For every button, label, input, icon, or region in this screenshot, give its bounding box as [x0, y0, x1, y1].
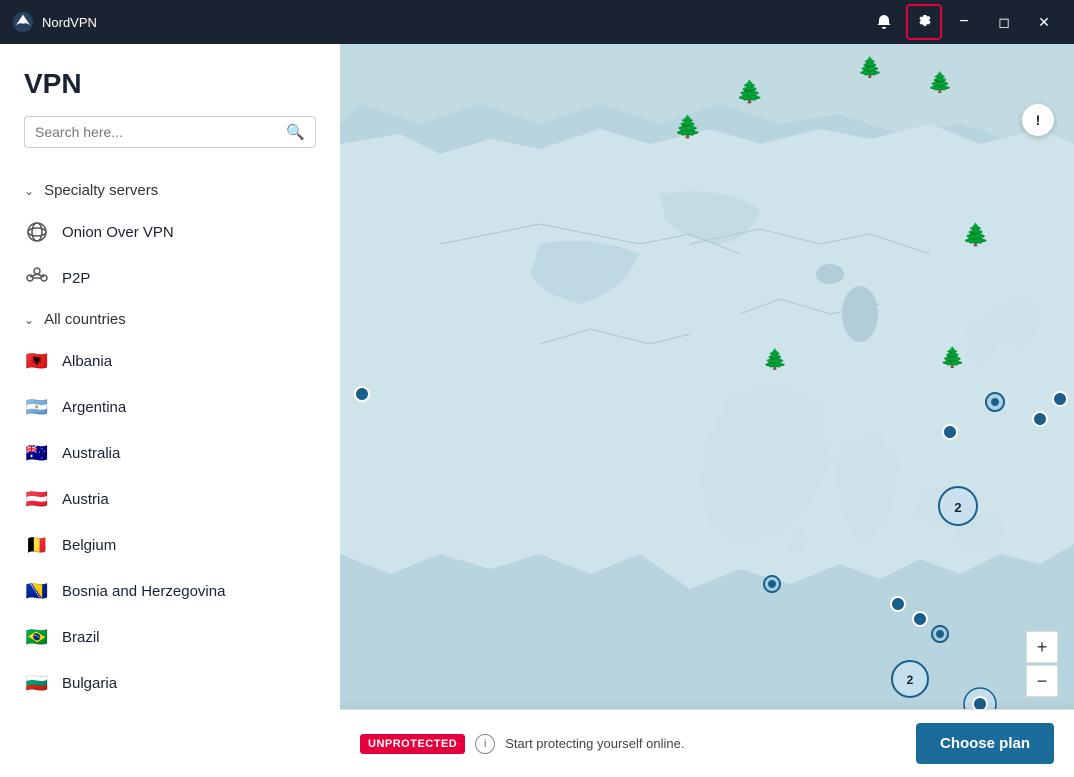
titlebar-controls: − ◻ ✕ [866, 4, 1062, 40]
bulgaria-label: Bulgaria [62, 675, 117, 692]
maximize-button[interactable]: ◻ [986, 4, 1022, 40]
svg-text:2: 2 [954, 500, 961, 515]
specialty-servers-label: Specialty servers [44, 182, 158, 199]
flag-australia: 🇦🇺 [24, 440, 50, 466]
brazil-label: Brazil [62, 629, 100, 646]
world-map: 🌲 🌲 🌲 🌲 🌲 🌲 🌲 2 [340, 44, 1074, 777]
tree-1: 🌲 [736, 79, 763, 104]
chevron-down-icon: ⌄ [24, 184, 34, 198]
belgium-label: Belgium [62, 537, 116, 554]
austria-label: Austria [62, 491, 109, 508]
status-message: Start protecting yourself online. [505, 736, 684, 751]
marker-3 [1053, 392, 1067, 406]
notifications-button[interactable] [866, 4, 902, 40]
p2p-item[interactable]: P2P [0, 255, 340, 301]
choose-plan-button[interactable]: Choose plan [916, 723, 1054, 764]
minimize-button[interactable]: − [946, 4, 982, 40]
flag-bulgaria: 🇧🇬 [24, 670, 50, 696]
onion-vpn-label: Onion Over VPN [62, 224, 174, 241]
marker-1 [943, 425, 957, 439]
flag-argentina: 🇦🇷 [24, 394, 50, 420]
settings-button[interactable] [906, 4, 942, 40]
app-body: VPN 🔍 ⌄ Specialty servers [0, 44, 1074, 777]
country-austria[interactable]: 🇦🇹 Austria [0, 476, 340, 522]
search-input[interactable] [35, 124, 278, 140]
marker-sea-1 [891, 597, 905, 611]
country-australia[interactable]: 🇦🇺 Australia [0, 430, 340, 476]
country-brazil[interactable]: 🇧🇷 Brazil [0, 614, 340, 660]
country-argentina[interactable]: 🇦🇷 Argentina [0, 384, 340, 430]
zoom-in-button[interactable]: + [1026, 631, 1058, 663]
specialty-servers-header[interactable]: ⌄ Specialty servers [0, 172, 340, 209]
flag-belgium: 🇧🇪 [24, 532, 50, 558]
search-box: 🔍 [24, 116, 316, 148]
marker-ring-1-dot [991, 398, 999, 406]
tree-2: 🌲 [858, 55, 883, 79]
australia-label: Australia [62, 445, 120, 462]
search-icon[interactable]: 🔍 [286, 123, 305, 141]
country-bosnia[interactable]: 🇧🇦 Bosnia and Herzegovina [0, 568, 340, 614]
sidebar-title: VPN [24, 68, 316, 100]
titlebar: NordVPN − ◻ ✕ [0, 0, 1074, 44]
sidebar-header: VPN 🔍 [0, 44, 340, 164]
titlebar-left: NordVPN [12, 11, 97, 33]
tree-3: 🌲 [928, 70, 953, 94]
tree-4: 🌲 [674, 114, 701, 139]
chevron-down-icon-countries: ⌄ [24, 313, 34, 327]
p2p-label: P2P [62, 270, 90, 287]
marker-sea-2 [913, 612, 927, 626]
flag-austria: 🇦🇹 [24, 486, 50, 512]
country-belgium[interactable]: 🇧🇪 Belgium [0, 522, 340, 568]
tree-7: 🌲 [940, 345, 965, 369]
all-countries-label: All countries [44, 311, 126, 328]
all-countries-header[interactable]: ⌄ All countries [0, 301, 340, 338]
tree-6: 🌲 [763, 347, 788, 371]
app-title: NordVPN [42, 15, 97, 30]
zoom-out-button[interactable]: − [1026, 665, 1058, 697]
svg-text:2: 2 [907, 673, 914, 687]
country-bulgaria[interactable]: 🇧🇬 Bulgaria [0, 660, 340, 706]
status-left: UNPROTECTED i Start protecting yourself … [360, 734, 684, 754]
sidebar-list: ⌄ Specialty servers Onion Over VPN [0, 164, 340, 777]
nordvpn-logo [12, 11, 34, 33]
map-area[interactable]: 🌲 🌲 🌲 🌲 🌲 🌲 🌲 2 [340, 44, 1074, 777]
onion-icon [24, 219, 50, 245]
flag-brazil: 🇧🇷 [24, 624, 50, 650]
p2p-icon [24, 265, 50, 291]
info-button[interactable]: ! [1022, 104, 1054, 136]
argentina-label: Argentina [62, 399, 126, 416]
bosnia-label: Bosnia and Herzegovina [62, 583, 225, 600]
marker-west [355, 387, 369, 401]
onion-vpn-item[interactable]: Onion Over VPN [0, 209, 340, 255]
zoom-controls: + − [1026, 631, 1058, 697]
albania-label: Albania [62, 353, 112, 370]
country-albania[interactable]: 🇦🇱 Albania [0, 338, 340, 384]
sidebar: VPN 🔍 ⌄ Specialty servers [0, 44, 340, 777]
close-button[interactable]: ✕ [1026, 4, 1062, 40]
flag-albania: 🇦🇱 [24, 348, 50, 374]
status-info-icon[interactable]: i [475, 734, 495, 754]
marker-2 [1033, 412, 1047, 426]
tree-5: 🌲 [962, 222, 989, 247]
unprotected-badge: UNPROTECTED [360, 734, 465, 754]
status-bar: UNPROTECTED i Start protecting yourself … [340, 709, 1074, 777]
flag-bosnia: 🇧🇦 [24, 578, 50, 604]
